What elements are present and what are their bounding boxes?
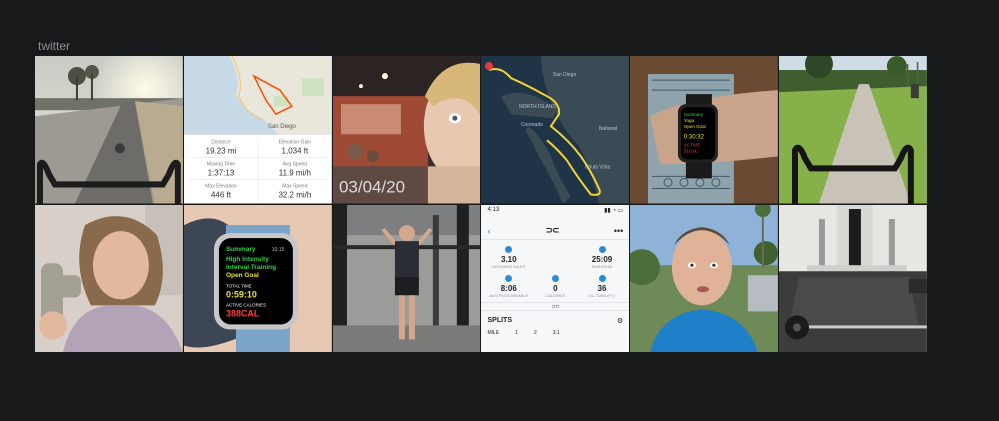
- photo-ride-summary-map[interactable]: San Diego Distance 19.23 mi Elevation Ga…: [183, 56, 332, 204]
- photo-wrist-watch-yoga[interactable]: Summary Yoga Open Goal 0:30:32 ACTIVE 51…: [630, 56, 779, 204]
- watch-active-cal-label: ACTIVE CALORIES: [226, 302, 266, 307]
- splits-col-mile: MILE: [487, 329, 500, 336]
- watch-small-activity: Yoga: [684, 118, 695, 123]
- calories-icon: [551, 274, 559, 282]
- gallery-title: twitter: [38, 39, 71, 53]
- stat-distance-value: 19.23 mi: [205, 146, 236, 155]
- metric-value: 36: [597, 283, 607, 293]
- stat-max-speed-label: Max Speed: [282, 183, 307, 189]
- photo-grid: San Diego Distance 19.23 mi Elevation Ga…: [35, 56, 927, 352]
- metric-duration: 25:09 DURATION: [579, 245, 626, 269]
- settings-gear-icon[interactable]: ⚙: [617, 317, 623, 325]
- metric-avg-pace: 8:06 AVG PACE MIN/MILE: [485, 274, 532, 298]
- photo-watch-hiit-summary[interactable]: Summary 10:15 High Intensity Interval Tr…: [183, 204, 332, 352]
- metric-spacer: [532, 246, 579, 269]
- map-label-chula-vista: Chula Vista: [585, 164, 611, 170]
- photo-bike-path-park[interactable]: [779, 56, 927, 204]
- metric-label: EL. GAIN (FT): [589, 292, 615, 298]
- metric-label: AVG PACE MIN/MILE: [489, 292, 529, 298]
- metric-elevation-gain: 36 EL. GAIN (FT): [579, 274, 626, 298]
- stat-avg-speed-label: Avg Speed: [283, 161, 308, 167]
- run-metrics: 3.10 DISTANCE MILES 25:09 DURATION 8:06 …: [481, 240, 629, 300]
- stat-elevation-gain-value: 1,034 ft: [281, 146, 308, 155]
- map-label-coronado: Coronado: [521, 122, 543, 128]
- app-nav-bar: ‹ ⊃⊂ •••: [481, 223, 630, 240]
- under-armour-logo-icon: ⊃⊂: [545, 225, 560, 235]
- photo-bike-path-sunrise[interactable]: [35, 56, 183, 204]
- status-bar: 4:13 ▮▮ ◔ ▭: [481, 205, 629, 223]
- app-run-summary-screenshot[interactable]: 4:13 ▮▮ ◔ ▭ ‹ ⊃⊂ ••• 3.10 DISTANCE MILES…: [481, 204, 630, 352]
- metric-value: 0: [553, 283, 558, 293]
- duration-icon: [598, 245, 606, 253]
- map-label-north-island: NORTH ISLAND: [519, 104, 556, 110]
- app-divider-logo-icon: ⊃⊂: [481, 301, 630, 310]
- watch-small-goal: Open Goal: [684, 124, 706, 129]
- metric-label: DISTANCE MILES: [492, 263, 526, 269]
- splits-header: SPLITS ⚙: [481, 309, 630, 327]
- metric-calories: 0 CALORIES: [532, 274, 579, 298]
- map-label-national: National: [599, 126, 617, 132]
- photo-selfie-massage-gun[interactable]: [35, 204, 183, 352]
- splits-col-3: 3.1: [552, 329, 560, 336]
- distance-icon: [505, 245, 513, 253]
- splits-title: SPLITS: [487, 316, 512, 324]
- pace-icon: [505, 274, 513, 282]
- stat-max-elevation-label: Max Elevation: [205, 183, 237, 189]
- watch-small-time: 0:30:32: [684, 134, 705, 140]
- watch-small-summary: Summary: [684, 112, 704, 117]
- elevation-icon: [598, 274, 606, 282]
- photo-route-map-dark[interactable]: San Diego NORTH ISLAND Coronado National…: [481, 56, 630, 204]
- more-menu-icon[interactable]: •••: [614, 226, 623, 236]
- metric-value: 8:06: [500, 283, 517, 293]
- stat-max-elevation-value: 446 ft: [211, 190, 232, 199]
- stat-avg-speed-value: 11.9 mi/h: [279, 168, 311, 177]
- stat-max-speed-value: 32.2 mi/h: [278, 190, 311, 199]
- stat-moving-time-value: 1:37:13: [207, 168, 234, 177]
- stat-moving-time-label: Moving Time: [207, 161, 235, 167]
- watch-time: 10:15: [272, 247, 285, 253]
- date-stamp: 03/04/20: [339, 177, 405, 196]
- map-label-san-diego: San Diego: [553, 72, 577, 78]
- watch-small-calories: 51CAL: [684, 148, 698, 153]
- splits-col-2: 2: [533, 329, 537, 336]
- watch-workout-line1: High Intensity: [226, 256, 269, 263]
- watch-active-cal: 388CAL: [226, 308, 260, 318]
- status-icons: ▮▮ ◔ ▭: [604, 207, 624, 214]
- metric-value: 3.10: [501, 254, 517, 264]
- photo-home-gym-barbell[interactable]: [779, 204, 927, 352]
- stat-elevation-gain-label: Elevation Gain: [278, 139, 311, 145]
- photo-gym-rack-pose[interactable]: [332, 204, 481, 352]
- photo-gym-selfie-dated[interactable]: 03/04/20: [332, 56, 481, 204]
- status-time: 4:13: [487, 206, 500, 213]
- stat-distance-label: Distance: [211, 139, 231, 145]
- metric-label: DURATION: [591, 263, 613, 269]
- map-label-san-diego: San Diego: [268, 124, 297, 130]
- watch-total-time-label: TOTAL TIME: [226, 283, 252, 288]
- metric-distance: 3.10 DISTANCE MILES: [485, 245, 532, 269]
- watch-total-time: 0:59:10: [226, 289, 257, 299]
- metric-value: 25:09: [591, 254, 613, 264]
- metric-label: CALORIES: [545, 292, 566, 298]
- splits-columns: MILE 1 2 3.1: [481, 327, 629, 339]
- photo-outdoor-selfie-man[interactable]: [630, 204, 779, 352]
- watch-goal: Open Goal: [226, 272, 259, 279]
- watch-summary: Summary: [226, 246, 256, 253]
- watch-workout-line2: Interval Training: [226, 264, 276, 271]
- watch-small-active-label: ACTIVE: [684, 142, 700, 147]
- back-chevron-icon[interactable]: ‹: [487, 226, 490, 236]
- splits-col-1: 1: [515, 329, 518, 336]
